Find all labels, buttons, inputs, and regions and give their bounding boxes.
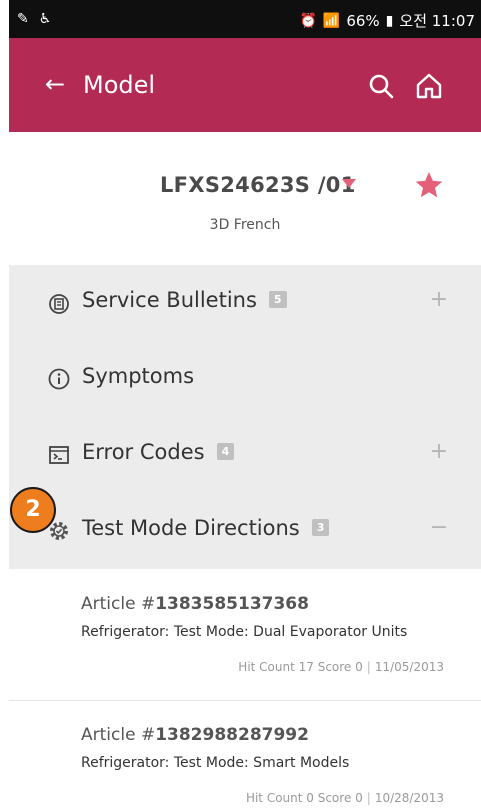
article-title: Refrigerator: Test Mode: Dual Evaporator…: [81, 624, 408, 640]
count-badge: 5: [268, 290, 287, 308]
section-title: Error Codes: [82, 440, 205, 464]
section-test-mode-directions[interactable]: Test Mode Directions 3 −: [9, 493, 481, 570]
section-symptoms[interactable]: Symptoms: [9, 341, 481, 418]
hit-count: Hit Count 17 Score 0: [238, 660, 363, 674]
app-bar: ← Model: [9, 38, 481, 132]
article-meta: Hit Count 0 Score 0 | 10/28/2013: [246, 791, 444, 805]
step-number-badge: 2: [10, 487, 56, 533]
article-number: Article #1383585137368: [81, 594, 309, 614]
info-icon: [48, 368, 70, 390]
article-date: 10/28/2013: [374, 791, 444, 805]
section-title: Symptoms: [82, 364, 195, 388]
article-list-item[interactable]: Article #1382988287992 Refrigerator: Tes…: [9, 701, 481, 808]
article-prefix: Article #: [81, 594, 156, 614]
service-bulletin-icon: [49, 294, 69, 314]
battery-percent: 66%: [346, 11, 380, 30]
section-service-bulletins[interactable]: Service Bulletins 5 +: [9, 265, 481, 342]
article-prefix: Article #: [81, 725, 156, 745]
count-badge: 4: [216, 442, 235, 460]
section-label: Test Mode Directions 3: [82, 516, 330, 540]
model-dropdown-caret-icon[interactable]: [342, 179, 356, 188]
home-icon[interactable]: [413, 70, 445, 102]
article-date: 11/05/2013: [374, 660, 444, 674]
terminal-icon: [49, 446, 69, 464]
section-label: Service Bulletins 5: [82, 288, 287, 312]
section-title: Service Bulletins: [82, 288, 257, 312]
article-number: Article #1382988287992: [81, 725, 309, 745]
expand-icon[interactable]: +: [429, 287, 449, 312]
meta-separator: |: [366, 660, 371, 674]
model-header: LFXS24623S /01 3D French: [9, 132, 481, 265]
battery-icon: ▮: [385, 12, 394, 29]
article-list-item[interactable]: Article #1383585137368 Refrigerator: Tes…: [9, 570, 481, 700]
favorite-star-icon[interactable]: [414, 170, 444, 200]
model-subtitle: 3D French: [209, 217, 281, 233]
meta-separator: |: [366, 791, 371, 805]
article-id: 1383585137368: [155, 594, 309, 614]
clock: 오전 11:07: [399, 12, 475, 30]
page-title: Model: [83, 71, 156, 99]
status-left: ✎ ♿: [17, 11, 51, 27]
article-title: Refrigerator: Test Mode: Smart Models: [81, 755, 350, 771]
status-bar: ✎ ♿ ⏰ 📶 66% ▮ 오전 11:07: [9, 0, 481, 38]
accessibility-icon: ♿: [38, 11, 52, 27]
section-title: Test Mode Directions: [82, 516, 300, 540]
status-right: ⏰ 📶 66% ▮ 오전 11:07: [299, 10, 475, 31]
collapse-icon[interactable]: −: [429, 515, 449, 540]
count-badge: 3: [311, 518, 330, 536]
section-label: Error Codes 4: [82, 440, 235, 464]
expand-icon[interactable]: +: [429, 439, 449, 464]
article-meta: Hit Count 17 Score 0 | 11/05/2013: [238, 660, 444, 674]
search-icon[interactable]: [365, 70, 397, 102]
app-screen: ✎ ♿ ⏰ 📶 66% ▮ 오전 11:07 ← Model LFXS24623…: [9, 0, 481, 808]
pen-icon: ✎: [17, 11, 29, 27]
section-label: Symptoms: [82, 364, 194, 388]
section-error-codes[interactable]: Error Codes 4 +: [9, 417, 481, 494]
article-id: 1382988287992: [155, 725, 309, 745]
wifi-icon: 📶: [322, 12, 341, 29]
hit-count: Hit Count 0 Score 0: [245, 791, 363, 805]
back-arrow-icon[interactable]: ←: [45, 68, 65, 100]
model-name[interactable]: LFXS24623S /01: [160, 173, 356, 197]
alarm-icon: ⏰: [299, 12, 317, 29]
